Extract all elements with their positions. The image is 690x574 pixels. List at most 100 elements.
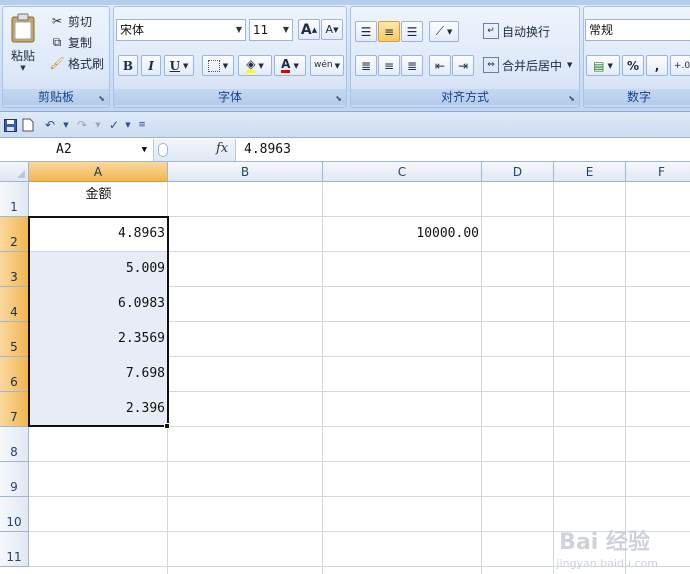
align-middle-button[interactable]: ≡ (378, 21, 400, 42)
paste-label: 粘贴 (10, 49, 35, 63)
wrap-text-icon: ↵ (483, 23, 499, 39)
borders-button[interactable]: ▼ (202, 55, 234, 76)
number-format-combo[interactable]: 常规 (585, 19, 690, 41)
chevron-down-icon: ▼ (334, 61, 340, 70)
font-size-combo[interactable]: 11 ▼ (249, 19, 293, 41)
customize-toolbar-icon[interactable]: ≡ (134, 117, 150, 133)
gridline-vertical (553, 182, 554, 574)
new-document-icon[interactable] (20, 117, 36, 133)
cut-label: 剪切 (68, 14, 93, 29)
merge-center-label: 合并后居中 (502, 58, 563, 73)
currency-icon: ▤ (593, 58, 605, 73)
chevron-down-icon: ▼ (567, 61, 573, 69)
cell-a5[interactable]: 2.3569 (29, 322, 168, 356)
align-top-button[interactable]: ☰ (355, 21, 377, 42)
phonetic-icon: wén (314, 61, 333, 70)
cell-a3[interactable]: 5.009 (29, 252, 168, 286)
font-name-combo[interactable]: 宋体 ▼ (116, 19, 246, 41)
name-box[interactable]: A2 ▼ (0, 139, 154, 161)
cut-button[interactable]: ✂ 剪切 (49, 11, 92, 31)
cell-a4[interactable]: 6.0983 (29, 287, 168, 321)
column-header-b[interactable]: B (168, 162, 323, 182)
row-header-1[interactable]: 1 (0, 182, 29, 217)
formula-input[interactable]: 4.8963 (244, 139, 291, 161)
watermark-url: jingyan.baidu.com (556, 557, 658, 570)
shrink-font-button[interactable]: A ▼ (321, 19, 343, 40)
chevron-down-icon[interactable]: ▼ (142, 139, 147, 161)
clipboard-launcher-icon[interactable]: ⬊ (98, 94, 105, 103)
row-header-9[interactable]: 9 (0, 462, 29, 497)
font-group-label: 字体 (114, 89, 346, 105)
phonetic-button[interactable]: wén ▼ (310, 55, 344, 76)
increase-decimal-button[interactable]: +.0 (670, 55, 690, 76)
align-bottom-button[interactable]: ☰ (401, 21, 423, 42)
row-header-11[interactable]: 11 (0, 532, 29, 567)
cell-c2[interactable]: 10000.00 (323, 217, 482, 251)
row-header-10[interactable]: 10 (0, 497, 29, 532)
font-group: 宋体 ▼ 11 ▼ A ▲ A ▼ B I U ▼ ▼ ◈ ▼ A ▼ wén … (113, 6, 347, 108)
wrap-text-label: 自动换行 (502, 24, 551, 39)
align-right-button[interactable]: ≣ (401, 55, 423, 76)
wrap-text-button[interactable]: ↵ 自动换行 (483, 21, 550, 41)
row-header-4[interactable]: 4 (0, 287, 29, 322)
format-painter-button[interactable]: 🖌 格式刷 (49, 53, 104, 73)
select-all-corner[interactable] (0, 162, 29, 182)
font-name-value: 宋体 (120, 23, 145, 37)
resize-grip-icon[interactable] (158, 143, 168, 157)
number-group: 常规 ▤ ▼ % , +.0 数字 (583, 6, 690, 108)
row-header-2[interactable]: 2 (0, 217, 29, 252)
font-color-button[interactable]: A ▼ (274, 55, 306, 76)
comma-icon: , (654, 58, 660, 73)
chevron-down-icon: ▼ (258, 61, 264, 70)
align-top-icon: ☰ (360, 24, 372, 39)
chevron-down-icon[interactable]: ▼ (90, 117, 106, 133)
row-header-8[interactable]: 8 (0, 427, 29, 462)
italic-button[interactable]: I (141, 55, 161, 76)
increase-decimal-icon: +.0 (673, 60, 690, 71)
cell-a2[interactable]: 4.8963 (29, 217, 168, 251)
cell-a1[interactable]: 金额 (29, 178, 168, 212)
merge-cells-icon: ⇔ (483, 57, 499, 73)
worksheet-grid[interactable]: ABCDEF 1 2 3 4 5 6 7 8 9 10 11 金额 4.8963 5.009 6.0983… (0, 162, 690, 574)
undo-icon[interactable]: ↶ (42, 117, 58, 133)
align-center-button[interactable]: ≡ (378, 55, 400, 76)
ribbon-top-edge (0, 0, 690, 5)
cell-a6[interactable]: 7.698 (29, 357, 168, 391)
grow-font-button[interactable]: A ▲ (298, 19, 320, 40)
watermark-logo: Bai 经验 (559, 524, 650, 556)
save-icon[interactable] (2, 117, 18, 133)
fill-color-button[interactable]: ◈ ▼ (238, 55, 272, 76)
underline-button[interactable]: U ▼ (164, 55, 194, 76)
comma-button[interactable]: , (646, 55, 668, 76)
clipboard-icon (11, 13, 35, 43)
increase-indent-button[interactable]: ⇥ (452, 55, 474, 76)
paste-button[interactable]: 粘贴 ▼ (7, 11, 39, 85)
cell-a7[interactable]: 2.396 (29, 392, 168, 426)
percent-button[interactable]: % (622, 55, 644, 76)
decrease-indent-button[interactable]: ⇤ (429, 55, 451, 76)
chevron-down-icon[interactable]: ▼ (58, 117, 74, 133)
copy-button[interactable]: ⧉ 复制 (49, 32, 92, 52)
column-header-c[interactable]: C (323, 162, 482, 182)
row-header-6[interactable]: 6 (0, 357, 29, 392)
row-header-3[interactable]: 3 (0, 252, 29, 287)
chevron-down-icon: ▼ (293, 61, 299, 70)
column-header-e[interactable]: E (554, 162, 626, 182)
gridline-vertical (625, 182, 626, 574)
gridline-horizontal (29, 496, 690, 497)
bold-button[interactable]: B (118, 55, 138, 76)
orientation-button[interactable]: ⟋ ▼ (429, 21, 459, 42)
insert-function-icon[interactable]: fx (216, 141, 228, 156)
column-header-f[interactable]: F (626, 162, 690, 182)
font-launcher-icon[interactable]: ⬊ (335, 94, 342, 103)
redo-icon[interactable]: ↷ (74, 117, 90, 133)
percent-icon: % (626, 58, 640, 73)
borders-icon (207, 59, 220, 72)
currency-button[interactable]: ▤ ▼ (586, 55, 620, 76)
align-left-button[interactable]: ≣ (355, 55, 377, 76)
column-header-d[interactable]: D (482, 162, 554, 182)
row-header-7[interactable]: 7 (0, 392, 29, 427)
row-header-5[interactable]: 5 (0, 322, 29, 357)
merge-center-button[interactable]: ⇔ 合并后居中 ▼ (483, 55, 572, 75)
alignment-launcher-icon[interactable]: ⬊ (568, 94, 575, 103)
